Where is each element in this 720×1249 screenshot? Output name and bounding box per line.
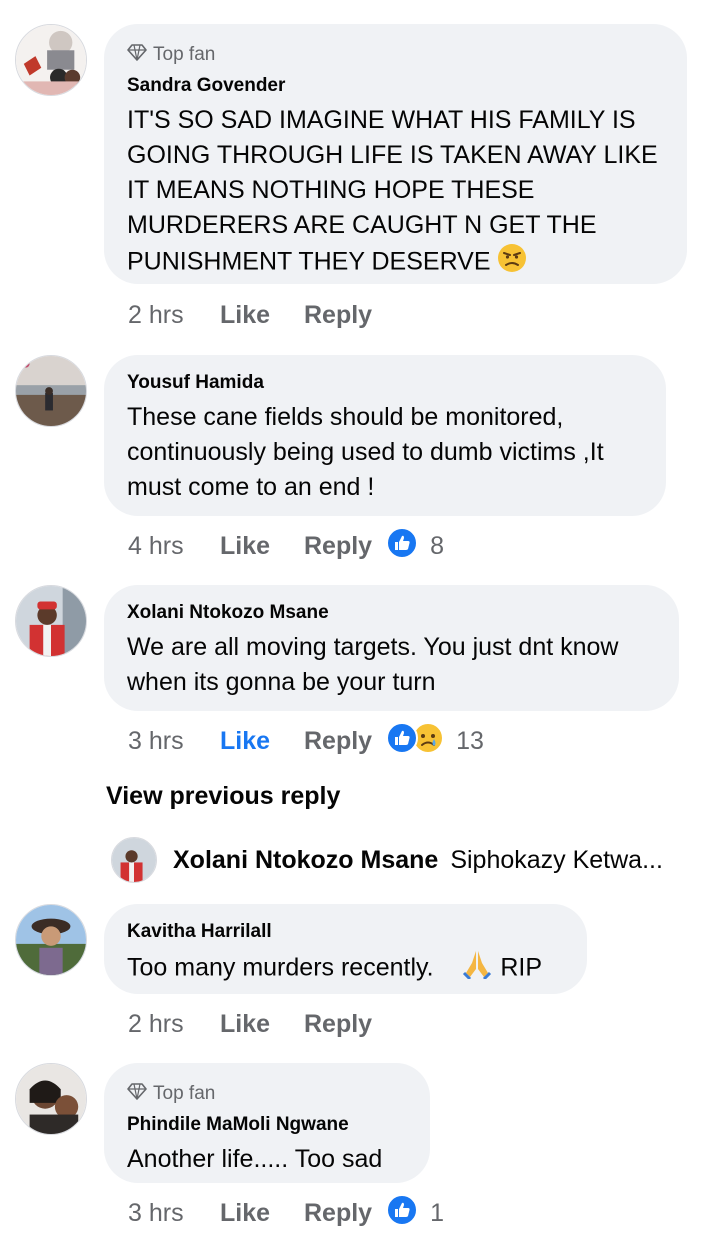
- diamond-icon: [127, 42, 153, 68]
- avatar[interactable]: [111, 837, 157, 883]
- comment-actions: 3 hrs Like Reply 1: [128, 1193, 444, 1233]
- comment-author[interactable]: Sandra Govender: [127, 75, 663, 97]
- comment-actions: 2 hrs Like Reply: [128, 297, 386, 333]
- avatar[interactable]: [15, 1063, 87, 1135]
- comment-timestamp: 2 hrs: [128, 300, 184, 329]
- avatar[interactable]: [15, 904, 87, 976]
- like-button[interactable]: Like: [220, 727, 304, 756]
- reply-author[interactable]: Xolani Ntokozo Msane: [173, 846, 438, 875]
- folded-hands-emoji-icon: [461, 949, 493, 989]
- comment-actions: 4 hrs Like Reply 8: [128, 526, 444, 566]
- comment-actions: 3 hrs Like Reply 13: [128, 721, 484, 761]
- comment-timestamp: 3 hrs: [128, 726, 184, 755]
- top-fan-badge: Top fan: [127, 1081, 406, 1107]
- comment-bubble: Xolani Ntokozo Msane We are all moving t…: [104, 585, 679, 711]
- like-button[interactable]: Like: [220, 532, 304, 561]
- top-fan-badge: Top fan: [127, 42, 663, 68]
- reaction-count: 8: [430, 531, 444, 560]
- reply-text: Siphokazy Ketwa...: [450, 845, 663, 874]
- comment-text: These cane fields should be monitored, c…: [127, 403, 611, 501]
- like-button[interactable]: Like: [220, 301, 304, 330]
- reply-button[interactable]: Reply: [304, 1199, 372, 1228]
- comment-bubble: Kavitha Harrilall Too many murders recen…: [104, 904, 587, 994]
- comment-timestamp: 4 hrs: [128, 531, 184, 560]
- reply-button[interactable]: Reply: [304, 301, 372, 330]
- comment-actions: 2 hrs Like Reply: [128, 1006, 386, 1042]
- comment-text: IT'S SO SAD IMAGINE WHAT HIS FAMILY IS G…: [127, 103, 663, 283]
- like-reaction-icon: [386, 1193, 419, 1233]
- comment-author[interactable]: Yousuf Hamida: [127, 372, 642, 394]
- avatar[interactable]: [15, 355, 87, 427]
- like-button[interactable]: Like: [220, 1199, 304, 1228]
- reaction-summary[interactable]: 1: [386, 1193, 444, 1233]
- comment-bubble: Top fan Sandra Govender IT'S SO SAD IMAG…: [104, 24, 687, 284]
- reaction-count: 1: [430, 1198, 444, 1227]
- reply-button[interactable]: Reply: [304, 532, 372, 561]
- comment-bubble: Top fan Phindile MaMoli Ngwane Another l…: [104, 1063, 430, 1183]
- angry-face-emoji-icon: [497, 243, 527, 283]
- reply-preview[interactable]: Xolani Ntokozo Msane Siphokazy Ketwa...: [111, 837, 663, 883]
- reply-button[interactable]: Reply: [304, 1010, 372, 1039]
- comment-text: Another life..... Too sad: [127, 1145, 383, 1173]
- view-previous-reply-link[interactable]: View previous reply: [106, 782, 340, 811]
- reaction-count: 13: [456, 726, 484, 755]
- reaction-summary[interactable]: 13: [386, 721, 484, 761]
- reply-button[interactable]: Reply: [304, 727, 372, 756]
- comment-author[interactable]: Phindile MaMoli Ngwane: [127, 1114, 406, 1136]
- like-reaction-icon: [386, 526, 419, 566]
- comment-text: We are all moving targets. You just dnt …: [127, 633, 626, 696]
- comment-timestamp: 2 hrs: [128, 1009, 184, 1038]
- comment-author[interactable]: Kavitha Harrilall: [127, 921, 563, 943]
- like-reaction-icon: [386, 721, 419, 761]
- diamond-icon: [127, 1081, 153, 1107]
- avatar[interactable]: [15, 585, 87, 657]
- comment-author[interactable]: Xolani Ntokozo Msane: [127, 602, 655, 624]
- avatar[interactable]: [15, 24, 87, 96]
- comment-bubble: Yousuf Hamida These cane fields should b…: [104, 355, 666, 516]
- comment-text: Too many murders recently. RIP: [127, 949, 563, 989]
- like-button[interactable]: Like: [220, 1010, 304, 1039]
- reaction-summary[interactable]: 8: [386, 526, 444, 566]
- comment-timestamp: 3 hrs: [128, 1198, 184, 1227]
